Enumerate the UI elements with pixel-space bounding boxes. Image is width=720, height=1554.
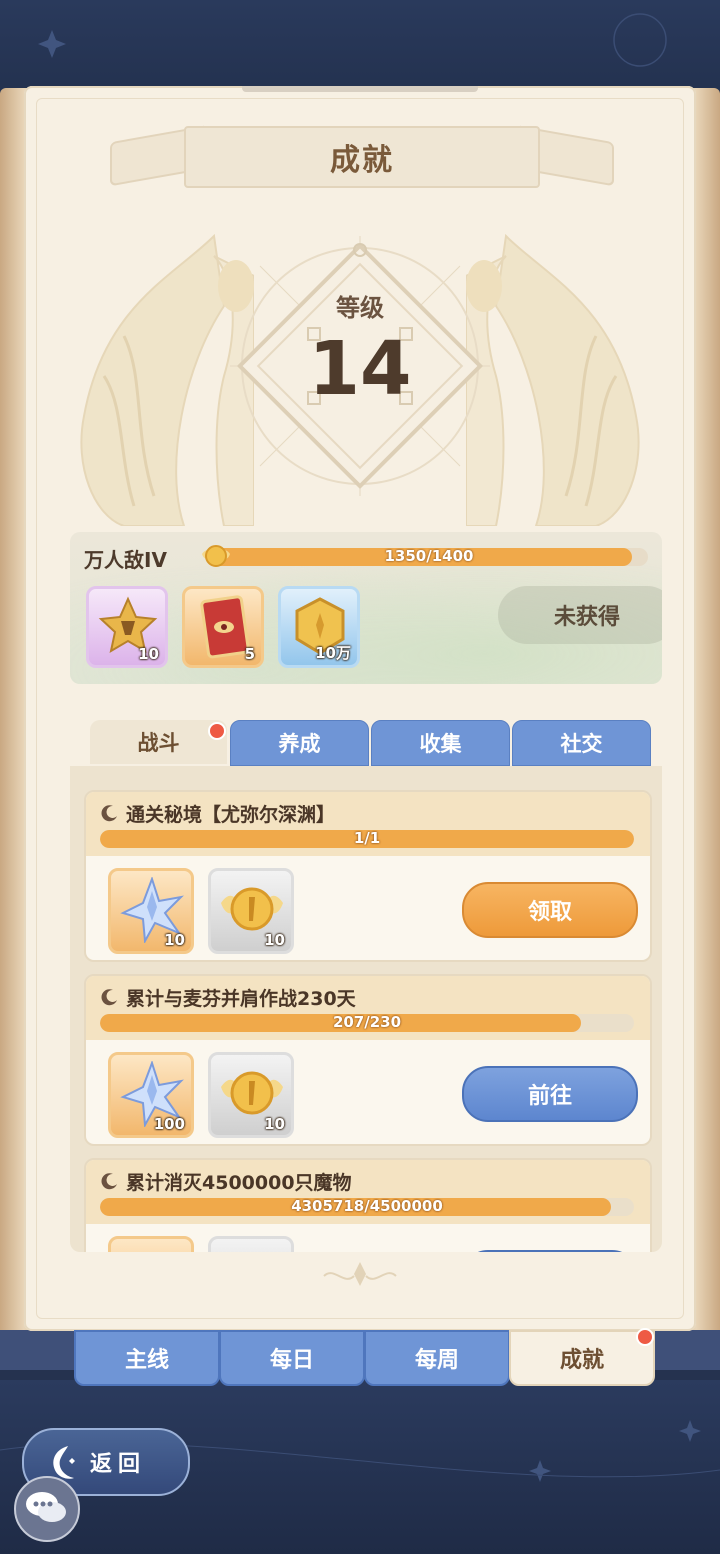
tab-label: 主线 bbox=[124, 1348, 169, 1373]
tab-label: 养成 bbox=[278, 732, 321, 756]
task-progress-text: 4305718/4500000 bbox=[291, 1198, 443, 1215]
crescent-icon bbox=[101, 989, 117, 1006]
task-title: 累计与麦芬并肩作战230天 bbox=[126, 988, 356, 1010]
reward-item[interactable]: 10 bbox=[208, 1052, 294, 1138]
angel-statue-right bbox=[466, 233, 640, 526]
back-label: 返回 bbox=[90, 1452, 147, 1477]
reward-quantity: 100 bbox=[153, 1115, 185, 1133]
task-card: 通关秘境【尤弥尔深渊】 1/1 10 10 领取 bbox=[84, 790, 652, 962]
tab-label: 每周 bbox=[414, 1348, 459, 1373]
tab-label: 收集 bbox=[419, 732, 462, 756]
winged-coin-icon bbox=[202, 545, 230, 567]
reward-item[interactable]: 5 bbox=[182, 586, 264, 668]
reward-quantity: 10 bbox=[264, 1115, 285, 1133]
notification-dot bbox=[636, 1328, 654, 1346]
title-banner: 成就 bbox=[184, 126, 540, 188]
task-progress-bar: 4305718/4500000 bbox=[100, 1198, 634, 1216]
angel-statue-left bbox=[80, 233, 254, 526]
reward-quantity: 5 bbox=[244, 645, 255, 663]
reward-quantity: 10 bbox=[138, 645, 159, 663]
crescent-icon bbox=[101, 805, 117, 822]
tab-label: 成就 bbox=[559, 1348, 604, 1373]
tab-label: 战斗 bbox=[137, 731, 180, 755]
task-progress-text: 1/1 bbox=[353, 830, 381, 847]
tier-name: 万人敌IV bbox=[84, 548, 167, 572]
tab-label: 每日 bbox=[269, 1348, 314, 1373]
tab-social[interactable]: 社交 bbox=[512, 720, 651, 766]
level-value: 14 bbox=[308, 326, 412, 412]
reward-item[interactable]: 10 bbox=[208, 868, 294, 954]
level-label: 等级 bbox=[336, 294, 384, 322]
tab-collection[interactable]: 收集 bbox=[371, 720, 510, 766]
reward-item[interactable]: 10 bbox=[86, 586, 168, 668]
ornament-icon bbox=[323, 1262, 397, 1286]
go-button[interactable]: 前往 bbox=[462, 1066, 638, 1122]
reward-item[interactable] bbox=[208, 1236, 294, 1252]
go-button[interactable] bbox=[462, 1250, 638, 1252]
tier-progress-bar: 1350/1400 bbox=[210, 548, 648, 566]
task-progress-bar: 1/1 bbox=[100, 830, 634, 848]
reward-quantity: 10万 bbox=[315, 644, 351, 662]
tier-progress-text: 1350/1400 bbox=[384, 548, 474, 565]
chat-button[interactable] bbox=[14, 1476, 80, 1542]
task-list[interactable]: 通关秘境【尤弥尔深渊】 1/1 10 10 领取 累计与麦芬并肩作战230天 2… bbox=[70, 766, 662, 1252]
task-progress-bar: 207/230 bbox=[100, 1014, 634, 1032]
task-card: 累计消灭4500000只魔物 4305718/4500000 bbox=[84, 1158, 652, 1252]
notification-dot bbox=[208, 722, 226, 740]
chat-bubble-icon bbox=[26, 1492, 66, 1522]
achievement-page: 成就 等级 14 万人敌IV 1350/1400 10 5 10万 未获得 战斗… bbox=[24, 86, 696, 1331]
page-title: 成就 bbox=[330, 143, 394, 178]
reward-item[interactable]: 10万 bbox=[278, 586, 360, 668]
tab-main-quest[interactable]: 主线 bbox=[74, 1330, 220, 1386]
crescent-icon bbox=[101, 1173, 117, 1190]
task-title: 累计消灭4500000只魔物 bbox=[126, 1172, 352, 1194]
tier-reward-panel: 万人敌IV 1350/1400 10 5 10万 未获得 bbox=[70, 532, 662, 684]
task-card: 累计与麦芬并肩作战230天 207/230 100 10 前往 bbox=[84, 974, 652, 1146]
page-handle bbox=[242, 86, 478, 92]
unclaimed-status-button[interactable]: 未获得 bbox=[498, 586, 662, 644]
reward-item[interactable]: 100 bbox=[108, 1052, 194, 1138]
tab-label: 社交 bbox=[560, 732, 603, 756]
task-title: 通关秘境【尤弥尔深渊】 bbox=[126, 804, 336, 826]
tab-weekly[interactable]: 每周 bbox=[364, 1330, 510, 1386]
tab-daily[interactable]: 每日 bbox=[219, 1330, 365, 1386]
reward-item[interactable]: 10 bbox=[108, 868, 194, 954]
tab-achievement[interactable]: 成就 bbox=[509, 1330, 655, 1386]
reward-quantity: 10 bbox=[264, 931, 285, 949]
tab-cultivation[interactable]: 养成 bbox=[230, 720, 369, 766]
tab-battle[interactable]: 战斗 bbox=[90, 720, 227, 764]
reward-item[interactable] bbox=[108, 1236, 194, 1252]
task-progress-text: 207/230 bbox=[332, 1014, 402, 1031]
claim-button[interactable]: 领取 bbox=[462, 882, 638, 938]
reward-quantity: 10 bbox=[164, 931, 185, 949]
